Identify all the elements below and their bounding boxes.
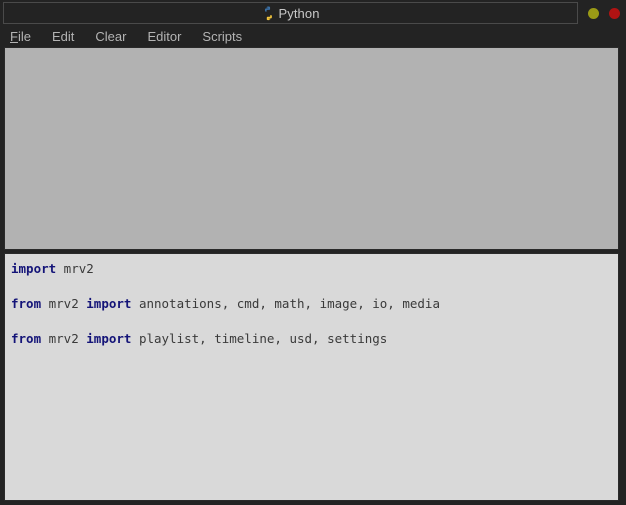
window-title: Python — [278, 5, 320, 21]
output-text — [5, 48, 618, 56]
output-pane[interactable] — [4, 47, 619, 250]
code-line: from mrv2 import annotations, cmd, math,… — [11, 295, 618, 313]
code-keyword: import — [86, 296, 132, 311]
menu-item-editor[interactable]: Editor — [147, 30, 181, 43]
code-line: import mrv2 — [11, 260, 618, 278]
code-text: mrv2 — [41, 296, 87, 311]
menu-item-edit[interactable]: Edit — [52, 30, 74, 43]
code-text: mrv2 — [41, 331, 87, 346]
code-keyword: import — [86, 331, 132, 346]
window-controls — [588, 0, 620, 26]
code-editor-text[interactable]: import mrv2 from mrv2 import annotations… — [5, 254, 618, 348]
code-text: annotations, cmd, math, image, io, media — [131, 296, 440, 311]
menu-item-clear[interactable]: Clear — [95, 30, 126, 43]
minimize-button[interactable] — [588, 7, 599, 19]
code-keyword: from — [11, 331, 42, 346]
python-console-window: Python File Edit Clear Editor Scripts im… — [0, 0, 626, 505]
python-logo-icon — [261, 6, 276, 21]
code-line: from mrv2 import playlist, timeline, usd… — [11, 330, 618, 348]
menu-item-file-mnemonic: F — [10, 28, 18, 44]
close-button[interactable] — [609, 7, 620, 19]
menu-item-scripts[interactable]: Scripts — [202, 30, 242, 43]
title-inner: Python — [261, 6, 319, 21]
code-text: playlist, timeline, usd, settings — [131, 331, 388, 346]
menu-item-file-label: ile — [17, 28, 31, 44]
titlebar-label-box: Python — [3, 2, 578, 24]
titlebar[interactable]: Python — [0, 0, 626, 26]
code-keyword: from — [11, 296, 42, 311]
editor-pane[interactable]: import mrv2 from mrv2 import annotations… — [4, 253, 619, 501]
menu-item-file[interactable]: File — [10, 30, 31, 43]
code-keyword: import — [11, 261, 57, 276]
menubar: File Edit Clear Editor Scripts — [0, 26, 626, 46]
panes-container: import mrv2 from mrv2 import annotations… — [4, 47, 619, 501]
code-text: mrv2 — [56, 261, 94, 276]
